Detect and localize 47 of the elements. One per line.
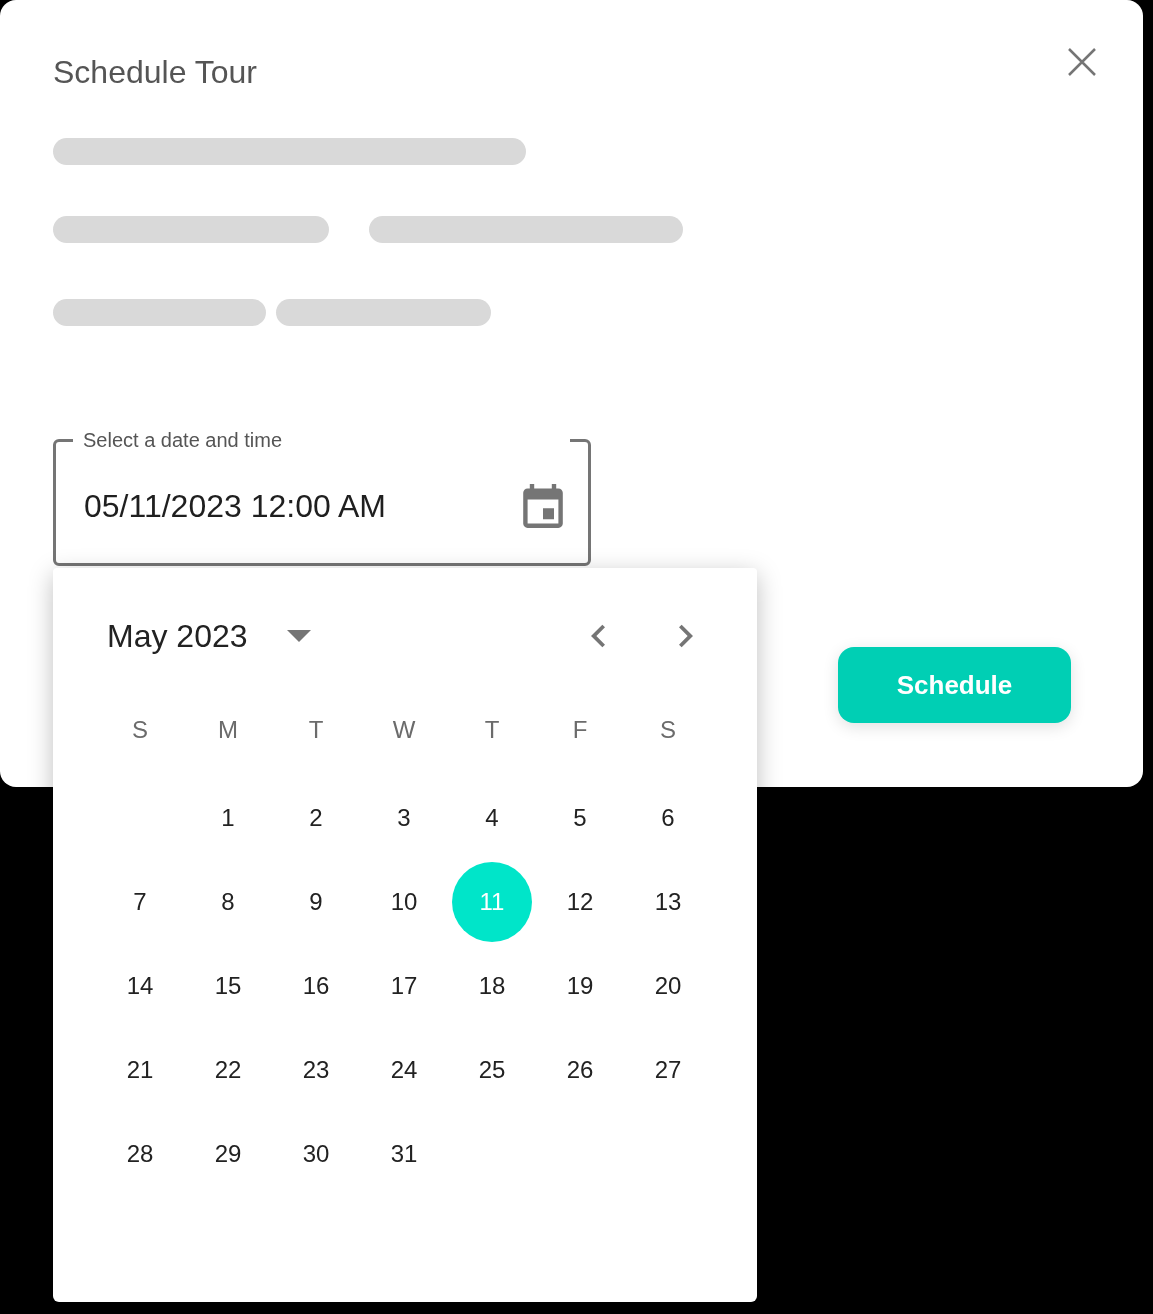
day-button[interactable]: 31 (364, 1114, 444, 1194)
day-button[interactable]: 1 (188, 778, 268, 858)
field-value: 05/11/2023 12:00 AM (84, 487, 386, 526)
day-button[interactable]: 4 (452, 778, 532, 858)
dialog-title: Schedule Tour (53, 53, 257, 92)
day-button[interactable]: 3 (364, 778, 444, 858)
day-button[interactable]: 19 (540, 946, 620, 1026)
day-button[interactable]: 21 (100, 1030, 180, 1110)
day-button[interactable]: 18 (452, 946, 532, 1026)
day-button[interactable]: 25 (452, 1030, 532, 1110)
day-button[interactable]: 30 (276, 1114, 356, 1194)
day-button[interactable]: 13 (628, 862, 708, 942)
day-button[interactable]: 27 (628, 1030, 708, 1110)
weekday-label: T (308, 715, 324, 745)
day-button[interactable]: 6 (628, 778, 708, 858)
chevron-right-icon (679, 624, 693, 648)
day-button[interactable]: 12 (540, 862, 620, 942)
weekday-label: S (660, 715, 676, 745)
day-button[interactable]: 14 (100, 946, 180, 1026)
close-button[interactable] (1068, 48, 1096, 76)
month-year-button[interactable]: May 2023 (107, 612, 311, 660)
weekday-label: W (392, 715, 416, 745)
chevron-left-icon (591, 624, 605, 648)
day-button[interactable]: 15 (188, 946, 268, 1026)
caret-down-icon (286, 630, 311, 642)
day-button[interactable]: 28 (100, 1114, 180, 1194)
day-button[interactable]: 5 (540, 778, 620, 858)
day-button[interactable]: 8 (188, 862, 268, 942)
day-button[interactable]: 2 (276, 778, 356, 858)
weekday-label: S (132, 715, 148, 745)
day-button[interactable]: 20 (628, 946, 708, 1026)
day-button[interactable]: 29 (188, 1114, 268, 1194)
day-button[interactable]: 16 (276, 946, 356, 1026)
day-button[interactable]: 9 (276, 862, 356, 942)
day-button[interactable]: 22 (188, 1030, 268, 1110)
day-button[interactable]: 10 (364, 862, 444, 942)
weekday-label: F (572, 715, 588, 745)
day-button[interactable]: 26 (540, 1030, 620, 1110)
field-label: Select a date and time (83, 429, 282, 451)
weekday-label: T (484, 715, 500, 745)
close-icon (1068, 48, 1096, 76)
day-button[interactable]: 23 (276, 1030, 356, 1110)
weekday-label: M (218, 715, 238, 745)
day-button[interactable]: 17 (364, 946, 444, 1026)
calendar-icon[interactable] (523, 484, 563, 528)
day-button[interactable]: 7 (100, 862, 180, 942)
day-button[interactable]: 24 (364, 1030, 444, 1110)
